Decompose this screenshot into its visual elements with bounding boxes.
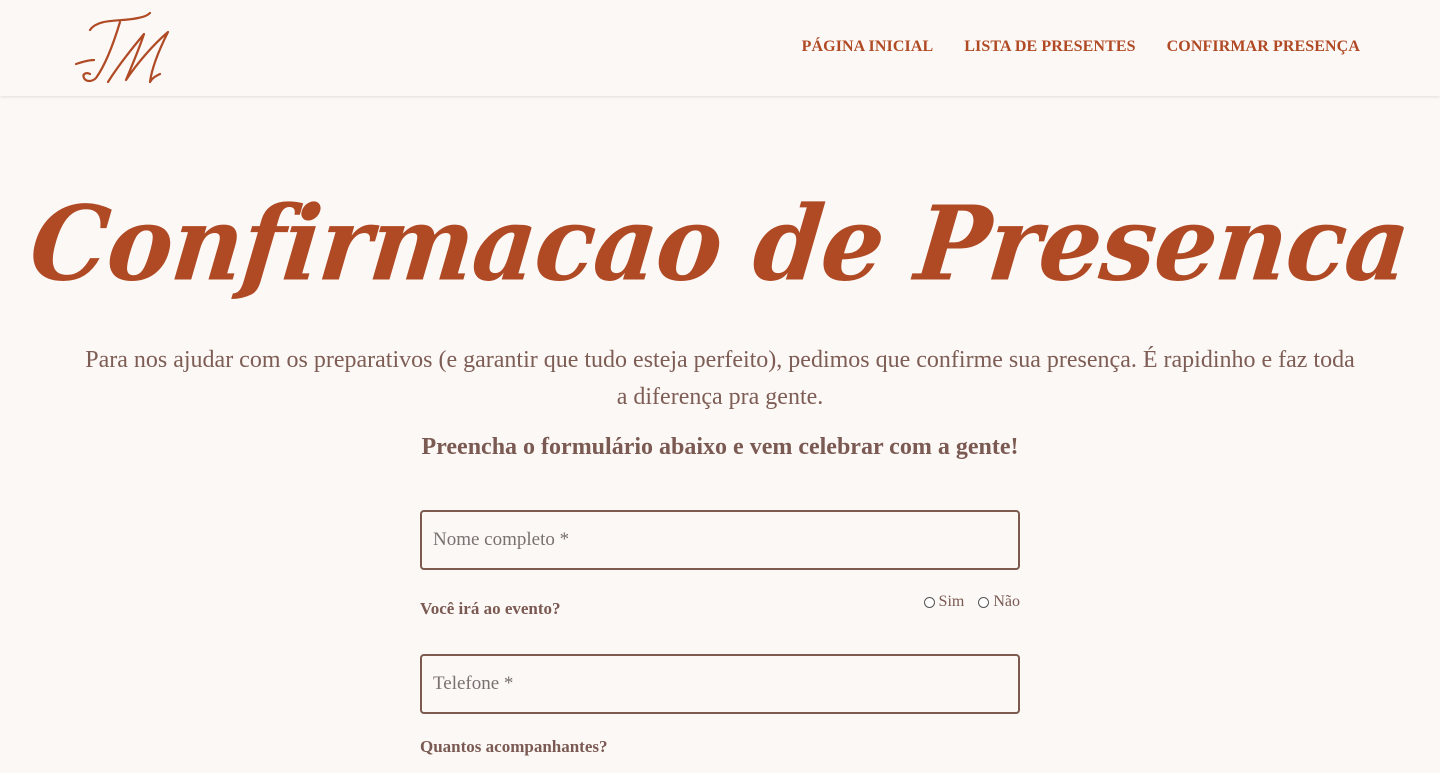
title-section: Confirmacao de Presenca: [0, 170, 1440, 330]
main-nav: PÁGINA INICIAL LISTA DE PRESENTES CONFIR…: [802, 38, 1360, 56]
intro-text: Para nos ajudar com os preparativos (e g…: [85, 347, 1355, 410]
nav-gift-list-link[interactable]: LISTA DE PRESENTES: [964, 38, 1135, 56]
attend-question-label: Você irá ao evento?: [420, 599, 561, 618]
site-header: PÁGINA INICIAL LISTA DE PRESENTES CONFIR…: [0, 0, 1440, 96]
radio-no[interactable]: [978, 596, 990, 608]
attend-no-option[interactable]: Não: [978, 593, 1020, 611]
phone-input[interactable]: [420, 654, 1020, 714]
attend-yes-option[interactable]: Sim: [923, 593, 965, 611]
nav-rsvp-link[interactable]: CONFIRMAR PRESENÇA: [1167, 38, 1360, 56]
logo-monogram[interactable]: [68, 8, 178, 90]
attend-radio-group: Sim Não: [923, 593, 1020, 611]
guests-question-label: Quantos acompanhantes?: [420, 737, 608, 756]
attend-no-label: Não: [993, 593, 1020, 610]
radio-yes[interactable]: [923, 596, 935, 608]
page-title: Confirmacao de Presenca: [25, 184, 1415, 305]
attend-yes-label: Sim: [938, 593, 965, 610]
cta-heading: Preencha o formulário abaixo e vem celeb…: [421, 434, 1019, 460]
nav-home-link[interactable]: PÁGINA INICIAL: [802, 38, 934, 56]
full-name-input[interactable]: [420, 510, 1020, 570]
